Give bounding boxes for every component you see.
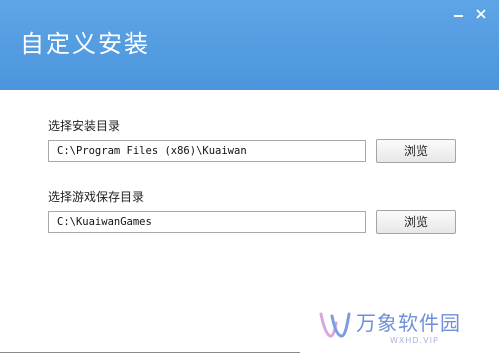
game-dir-label: 选择游戏保存目录 [48, 190, 145, 204]
watermark-subtext: WXHD.VIP [390, 336, 439, 345]
install-dir-label: 选择安装目录 [48, 119, 121, 133]
watermark-text: 万象软件园 [356, 311, 461, 335]
close-button[interactable] [471, 4, 491, 24]
custom-install-dialog: 自定义安装 选择安装目录 浏览 选择游戏保存目录 浏览 万象软件园 WXHD.V… [0, 0, 499, 353]
minimize-button[interactable] [448, 4, 468, 24]
install-dir-input[interactable] [48, 140, 366, 162]
wanxiang-logo-icon [319, 312, 351, 338]
game-dir-input[interactable] [48, 211, 366, 233]
install-dir-browse-button[interactable]: 浏览 [376, 139, 456, 163]
minimize-icon [454, 15, 463, 17]
close-icon [476, 9, 486, 19]
title-bar: 自定义安装 [0, 0, 499, 90]
window-title: 自定义安装 [20, 30, 150, 58]
game-dir-browse-button[interactable]: 浏览 [376, 210, 456, 234]
watermark: 万象软件园 WXHD.VIP [318, 308, 494, 350]
